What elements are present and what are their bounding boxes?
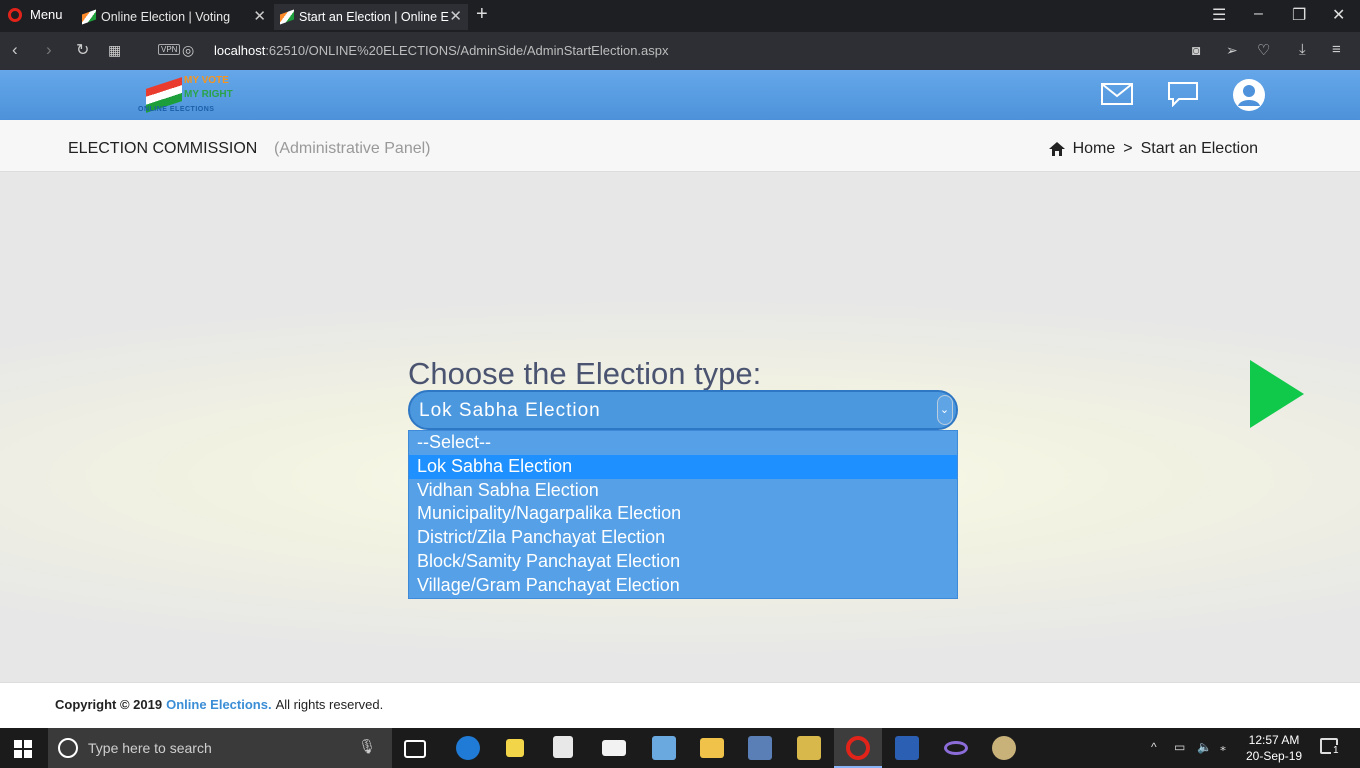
mail-app-icon[interactable]	[602, 740, 626, 756]
close-window-button[interactable]: ✕	[1332, 5, 1345, 25]
sticky-notes-icon[interactable]	[506, 739, 524, 757]
edge-icon[interactable]	[456, 736, 480, 760]
clock[interactable]: 12:57 AM 20-Sep-19	[1246, 732, 1302, 764]
task-view-icon[interactable]	[404, 740, 426, 758]
visual-studio-icon[interactable]	[944, 741, 968, 755]
site-favicon-icon	[280, 9, 294, 25]
network-icon[interactable]: ⁎	[1220, 740, 1226, 754]
site-favicon-icon	[82, 9, 96, 25]
microphone-icon[interactable]: 🎙	[358, 738, 376, 755]
easy-setup-icon[interactable]: ≡	[1332, 41, 1341, 58]
user-avatar-icon[interactable]	[1232, 78, 1266, 112]
breadcrumb-current: Start an Election	[1140, 140, 1258, 157]
home-icon[interactable]	[1048, 142, 1065, 156]
windows-start-icon[interactable]	[14, 740, 32, 758]
election-type-option[interactable]: Municipality/Nagarpalika Election	[409, 502, 957, 526]
windows-taskbar: Type here to search 🎙 ^ ▭ 🔈 ⁎ 12:57 AM 2…	[0, 728, 1360, 768]
logo-line-3: ONLINE ELECTIONS	[138, 106, 215, 113]
close-tab-icon[interactable]: ✕	[253, 7, 266, 25]
tab-title: Start an Election | Online El	[299, 10, 449, 24]
election-type-select[interactable]: Lok Sabha Election ⌄	[408, 390, 958, 430]
heart-icon[interactable]: ♡	[1257, 41, 1270, 59]
election-type-option[interactable]: Lok Sabha Election	[409, 454, 957, 479]
volume-icon[interactable]: 🔈	[1197, 740, 1212, 754]
taskbar-search-box[interactable]: Type here to search 🎙	[48, 728, 392, 768]
speed-dial-icon[interactable]: ▦	[108, 42, 121, 59]
battery-icon[interactable]: ▭	[1174, 740, 1185, 754]
opera-menu-button[interactable]: Menu	[8, 7, 63, 22]
paint-icon[interactable]	[992, 736, 1016, 760]
file-explorer-icon[interactable]	[700, 738, 724, 758]
election-type-option[interactable]: Vidhan Sabha Election	[409, 479, 957, 503]
start-election-play-button[interactable]	[1250, 360, 1304, 428]
copyright-text: Copyright © 2019 Online Elections. All rig…	[55, 697, 383, 712]
page-footer: Copyright © 2019 Online Elections. All rig…	[0, 682, 1360, 728]
org-title: ELECTION COMMISSION	[68, 140, 258, 157]
tab-start-an-election[interactable]: Start an Election | Online El ✕	[274, 4, 468, 30]
url-host: localhost	[214, 43, 266, 58]
election-type-option[interactable]: District/Zila Panchayat Election	[409, 526, 957, 550]
footer-brand-link[interactable]: Online Elections.	[166, 697, 271, 712]
notification-count-badge: 1	[1331, 745, 1341, 756]
close-tab-icon[interactable]: ✕	[449, 7, 462, 25]
address-bar: ‹ › ↻ ▦ VPN ◎ localhost:62510/ONLINE%20E…	[0, 32, 1360, 70]
menu-label: Menu	[30, 7, 63, 22]
chevron-down-icon[interactable]: ⌄	[937, 395, 953, 425]
election-type-options-list: --Select-- Lok Sabha Election Vidhan Sabha…	[408, 430, 958, 599]
breadcrumb-separator: >	[1123, 140, 1133, 157]
store-icon[interactable]	[553, 736, 573, 758]
url-path: :62510/ONLINE%20ELECTIONS/AdminSide/Admi…	[265, 43, 669, 58]
new-tab-button[interactable]: +	[476, 3, 488, 26]
chat-icon[interactable]	[1167, 81, 1199, 107]
show-hidden-icons-chevron-icon[interactable]: ^	[1151, 740, 1157, 754]
browser-tab-bar: Menu Online Election | Voting ✕ Start an…	[0, 0, 1360, 32]
election-type-option[interactable]: Village/Gram Panchayat Election	[409, 574, 957, 598]
breadcrumb-home-link[interactable]: Home	[1073, 140, 1116, 158]
tab-online-election-voting[interactable]: Online Election | Voting ✕	[76, 4, 272, 30]
send-icon[interactable]: ➢	[1226, 42, 1238, 59]
clock-time: 12:57 AM	[1248, 733, 1300, 747]
tools-app-icon[interactable]	[797, 736, 821, 760]
reload-icon[interactable]: ↻	[76, 40, 89, 60]
tab-menu-icon[interactable]: ☰	[1212, 5, 1226, 25]
opera-icon[interactable]	[846, 736, 870, 760]
minimize-button[interactable]: –	[1254, 5, 1263, 23]
sub-header: ELECTION COMMISSION (Administrative Pane…	[0, 120, 1360, 172]
election-type-option[interactable]: --Select--	[409, 431, 957, 455]
globe-icon: ◎	[182, 42, 195, 58]
download-icon[interactable]: ⤓	[1299, 41, 1306, 58]
remote-desktop-icon[interactable]	[652, 736, 676, 760]
tab-title: Online Election | Voting	[101, 10, 231, 24]
election-type-label: Choose the Election type:	[408, 356, 762, 391]
forward-icon[interactable]: ›	[46, 40, 52, 60]
selected-value: Lok Sabha Election	[419, 400, 601, 421]
breadcrumb: Home > Start an Election	[1048, 140, 1258, 158]
site-logo[interactable]: MY VOTE MY RIGHT ONLINE ELECTIONS	[138, 73, 248, 117]
election-type-option[interactable]: Block/Samity Panchayat Election	[409, 550, 957, 574]
search-placeholder: Type here to search	[88, 740, 212, 756]
vpn-badge[interactable]: VPN	[158, 44, 181, 55]
logo-line-2: MY RIGHT	[184, 89, 233, 100]
restore-button[interactable]: ❐	[1292, 5, 1306, 25]
opera-logo-icon	[8, 7, 22, 22]
logo-line-1: MY VOTE	[184, 75, 229, 86]
rights-text: All rights reserved.	[275, 697, 384, 712]
visual-studio-app-icon[interactable]	[748, 736, 772, 760]
mail-icon[interactable]	[1101, 81, 1133, 107]
word-icon[interactable]	[895, 736, 919, 760]
main-content: Choose the Election type: Lok Sabha Elec…	[0, 172, 1360, 682]
clock-date: 20-Sep-19	[1246, 749, 1303, 763]
url-field[interactable]: localhost:62510/ONLINE%20ELECTIONS/Admin…	[214, 43, 669, 58]
site-header: MY VOTE MY RIGHT ONLINE ELECTIONS	[0, 70, 1360, 120]
copyright-year: Copyright © 2019	[55, 697, 163, 712]
back-icon[interactable]: ‹	[12, 40, 18, 60]
panel-subtitle: (Administrative Panel)	[274, 140, 431, 157]
cortana-icon	[58, 738, 78, 758]
camera-icon[interactable]: ◙	[1192, 42, 1200, 58]
